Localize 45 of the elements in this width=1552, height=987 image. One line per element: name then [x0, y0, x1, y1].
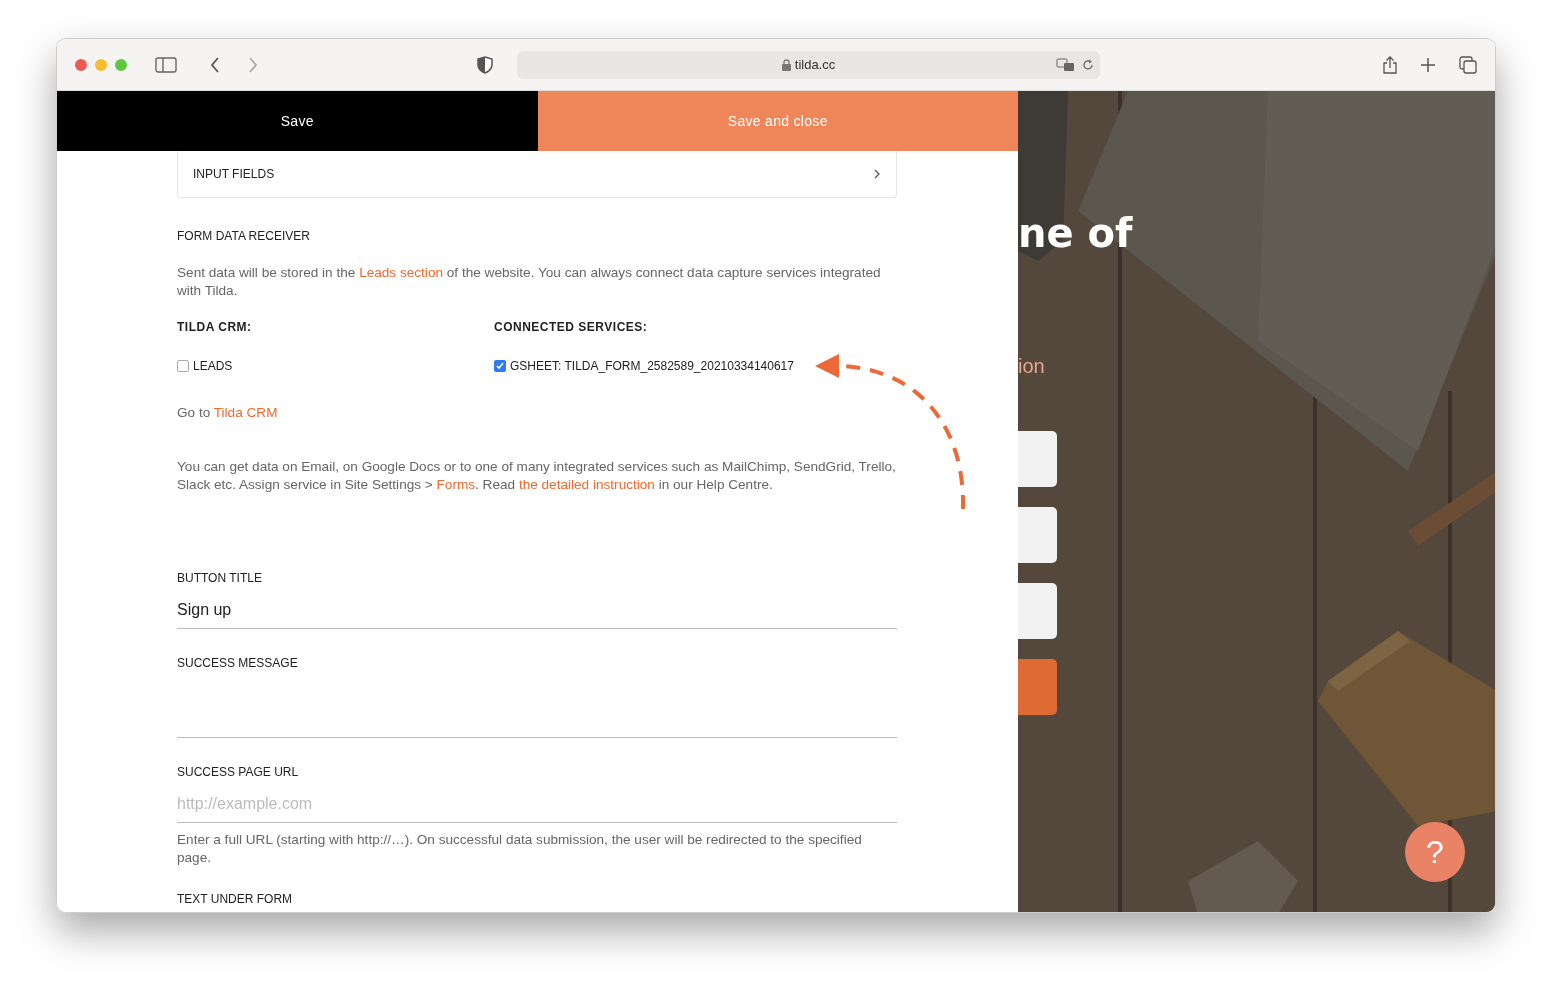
input-field[interactable]: http://example.com	[177, 785, 897, 823]
shield-icon[interactable]	[477, 55, 493, 74]
text-link[interactable]: the detailed instruction	[518, 477, 655, 492]
preview-input[interactable]	[1018, 583, 1057, 639]
text-link[interactable]: Leads section	[359, 265, 443, 280]
checkbox[interactable]	[494, 360, 506, 372]
reload-icon[interactable]	[1082, 58, 1094, 71]
preview-input[interactable]	[1018, 431, 1057, 487]
column-heading: CONNECTED SERVICES:	[494, 319, 649, 336]
new-tab-icon[interactable]	[1421, 57, 1435, 72]
section-title: FORM DATA RECEIVER	[177, 228, 311, 244]
share-icon[interactable]	[1383, 55, 1397, 74]
preview-input[interactable]	[1018, 507, 1057, 563]
chevron-right-icon	[874, 169, 881, 179]
field-label: SUCCESS PAGE URL	[177, 764, 300, 780]
address-bar[interactable]: tilda.cc	[517, 50, 1100, 79]
field-label: TEXT UNDER FORM	[177, 891, 294, 907]
sidebar-icon[interactable]	[155, 56, 177, 73]
field-hint: Enter a full URL (starting with http://…). On successful data submission, the user will be redirected to the specified page.	[177, 831, 863, 867]
url-text: tilda.cc	[794, 55, 836, 74]
minimize-window-button[interactable]	[95, 58, 107, 71]
translate-icon[interactable]	[1056, 57, 1076, 72]
back-icon[interactable]	[209, 56, 221, 73]
close-window-button[interactable]	[75, 58, 87, 71]
preview-subtext: ion	[1018, 354, 1045, 379]
field-label: SUCCESS MESSAGE	[177, 655, 299, 671]
zoom-window-button[interactable]	[115, 58, 127, 71]
preview-heading: ne of	[1018, 209, 1133, 257]
lock-icon	[781, 58, 791, 71]
column-heading: TILDA CRM:	[177, 319, 253, 336]
input-fields-row[interactable]: INPUT FIELDS	[177, 151, 897, 198]
text-link[interactable]: Tilda CRM	[213, 405, 278, 420]
tabs-overview-icon[interactable]	[1459, 55, 1477, 74]
checkbox-label: GSHEET: TILDA_FORM_2582589_20210334140617	[510, 358, 794, 374]
field-label: BUTTON TITLE	[177, 570, 263, 586]
crm-link-text: Go to Tilda CRM	[177, 404, 279, 422]
forward-icon[interactable]	[247, 56, 259, 73]
save-and-close-button[interactable]: Save and close	[537, 91, 1018, 151]
row-label: INPUT FIELDS	[193, 166, 275, 182]
description-text: Sent data will be stored in the Leads section of the website. You can always connect data capture services integrated with Tilda.	[177, 264, 882, 300]
save-button[interactable]: Save	[57, 91, 538, 151]
input-field[interactable]: Sign up	[177, 591, 897, 629]
help-text: You can get data on Email, on Google Docs or to one of many integrated services such as MailChimp, SendGrid, Trello, Slack etc. Assign service in Site Settings > Forms. Read the detailed instruction in our Help Centre.	[177, 458, 897, 494]
checkbox-label: LEADS	[193, 358, 233, 374]
checkbox[interactable]	[177, 360, 189, 372]
